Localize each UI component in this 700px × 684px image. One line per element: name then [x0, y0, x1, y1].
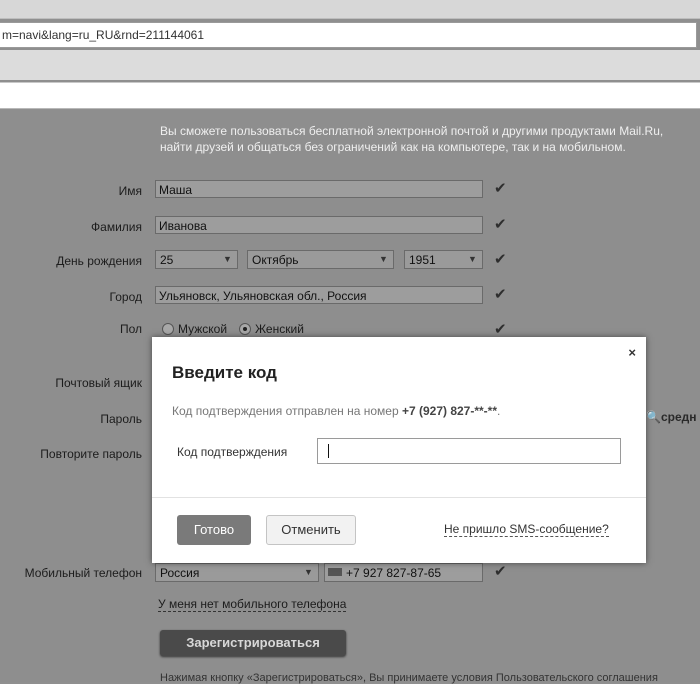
- password-label: Пароль: [100, 412, 142, 426]
- phone-country-select[interactable]: Россия ▼: [155, 563, 319, 582]
- check-icon: ✔: [494, 216, 507, 233]
- check-icon: ✔: [494, 286, 507, 303]
- intro-line-1: Вы сможете пользоваться бесплатной элект…: [160, 124, 664, 138]
- cancel-button[interactable]: Отменить: [266, 515, 356, 545]
- surname-label: Фамилия: [91, 220, 142, 234]
- phone-country-value: Россия: [160, 566, 200, 580]
- password-strength-text: средн: [660, 410, 697, 424]
- dialog-divider: [152, 497, 646, 498]
- birthday-label: День рождения: [56, 254, 142, 268]
- password-repeat-label: Повторите пароль: [40, 447, 142, 461]
- birthday-day-value: 25: [160, 253, 174, 267]
- gender-male-radio[interactable]: Мужской: [162, 322, 227, 336]
- terms-text: Нажимая кнопку «Зарегистрироваться», Вы …: [160, 672, 658, 684]
- code-input[interactable]: [317, 438, 621, 464]
- birthday-year-select[interactable]: 1951 ▼: [404, 250, 483, 269]
- register-button[interactable]: Зарегистрироваться: [160, 630, 346, 656]
- confirm-code-dialog: × Введите код Код подтверждения отправле…: [152, 337, 646, 563]
- code-label: Код подтверждения: [177, 445, 288, 459]
- url-text: m=navi&lang=ru_RU&rnd=211144061: [2, 28, 205, 42]
- check-icon: ✔: [494, 180, 507, 197]
- info-number: +7 (927) 827-**-**: [401, 404, 498, 418]
- name-field[interactable]: Маша: [155, 180, 483, 198]
- phone-field[interactable]: +7 927 827-87-65: [324, 563, 483, 582]
- phone-label: Мобильный телефон: [24, 566, 142, 580]
- birthday-month-value: Октябрь: [252, 253, 299, 267]
- ok-button[interactable]: Готово: [177, 515, 251, 545]
- browser-top-bar: [0, 0, 700, 19]
- address-bar[interactable]: m=navi&lang=ru_RU&rnd=211144061: [0, 22, 697, 48]
- name-label: Имя: [118, 184, 142, 198]
- chevron-down-icon: ▼: [468, 254, 477, 264]
- phone-value: +7 927 827-87-65: [346, 566, 442, 580]
- gender-female-label: Женский: [255, 322, 304, 336]
- password-strength: 🔍средн: [646, 410, 697, 424]
- info-end: .: [497, 404, 501, 418]
- no-phone-link[interactable]: У меня нет мобильного телефона: [158, 597, 347, 612]
- flag-icon: [328, 568, 342, 576]
- radio-icon: [162, 323, 174, 335]
- bookmarks-bar: [0, 82, 700, 109]
- gender-male-label: Мужской: [178, 322, 228, 336]
- check-icon: ✔: [494, 321, 507, 338]
- mailbox-label: Почтовый ящик: [55, 376, 142, 390]
- dialog-info: Код подтверждения отправлен на номер +7 …: [172, 404, 500, 418]
- intro-line-2: найти друзей и общаться без ограничений …: [160, 140, 626, 154]
- search-icon: 🔍: [646, 410, 661, 424]
- browser-toolbar: [0, 50, 700, 80]
- radio-selected-icon: [239, 323, 251, 335]
- gender-label: Пол: [119, 322, 142, 336]
- chevron-down-icon: ▼: [223, 254, 232, 264]
- check-icon: ✔: [494, 563, 507, 580]
- check-icon: ✔: [494, 251, 507, 268]
- birthday-day-select[interactable]: 25 ▼: [155, 250, 238, 269]
- no-sms-link[interactable]: Не пришло SMS-сообщение?: [444, 522, 609, 537]
- surname-field[interactable]: Иванова: [155, 216, 483, 234]
- intro-text: Вы сможете пользоваться бесплатной элект…: [160, 123, 700, 155]
- chevron-down-icon: ▼: [304, 567, 313, 577]
- birthday-month-select[interactable]: Октябрь ▼: [247, 250, 394, 269]
- chevron-down-icon: ▼: [379, 254, 388, 264]
- gender-female-radio[interactable]: Женский: [239, 322, 304, 336]
- city-label: Город: [109, 290, 142, 304]
- info-text: Код подтверждения отправлен на номер: [172, 404, 402, 418]
- city-field[interactable]: Ульяновск, Ульяновская обл., Россия: [155, 286, 483, 304]
- close-icon[interactable]: ×: [628, 345, 636, 360]
- birthday-year-value: 1951: [409, 253, 436, 267]
- dialog-title: Введите код: [172, 363, 277, 382]
